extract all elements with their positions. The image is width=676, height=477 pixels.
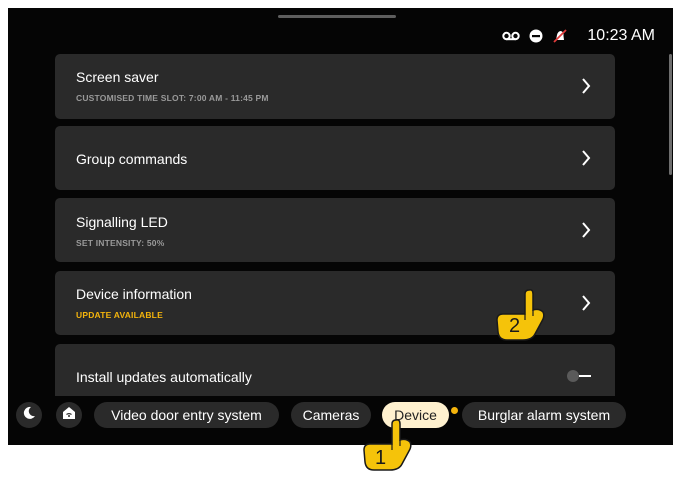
bell-off-icon <box>552 28 568 44</box>
setting-screen-saver[interactable]: Screen saver CUSTOMISED TIME SLOT: 7:00 … <box>55 54 615 119</box>
pointing-hand-icon <box>495 286 555 347</box>
annotation-label-1: 1 <box>375 447 387 469</box>
night-mode-button[interactable] <box>16 402 42 428</box>
clock: 10:23 AM <box>587 27 655 44</box>
setting-subtitle: CUSTOMISED TIME SLOT: 7:00 AM - 11:45 PM <box>76 93 269 103</box>
setting-title: Install updates automatically <box>76 369 252 385</box>
device-screen: 10:23 AM Screen saver CUSTOMISED TIME SL… <box>8 8 673 445</box>
annotation-label-2: 2 <box>509 315 521 337</box>
scrollbar[interactable] <box>669 54 672 175</box>
setting-title: Screen saver <box>76 69 159 85</box>
chevron-right-icon[interactable] <box>581 77 591 100</box>
notification-badge <box>451 407 458 414</box>
home-icon <box>62 406 76 425</box>
auto-update-toggle[interactable] <box>565 369 593 388</box>
moon-icon <box>22 406 36 425</box>
setting-signalling-led[interactable]: Signalling LED SET INTENSITY: 50% <box>55 198 615 262</box>
voicemail-icon <box>502 30 521 42</box>
pointing-hand-icon <box>362 416 422 477</box>
drag-handle[interactable] <box>278 15 396 18</box>
setting-title: Group commands <box>76 151 188 167</box>
setting-subtitle: SET INTENSITY: 50% <box>76 238 165 248</box>
update-available-label: UPDATE AVAILABLE <box>76 310 163 320</box>
home-button[interactable] <box>56 402 82 428</box>
tab-cameras[interactable]: Cameras <box>291 402 371 428</box>
setting-title: Signalling LED <box>76 214 168 230</box>
do-not-disturb-icon <box>529 29 543 43</box>
tab-burglar-alarm-system[interactable]: Burglar alarm system <box>462 402 626 428</box>
chevron-right-icon[interactable] <box>581 221 591 244</box>
setting-title: Device information <box>76 286 192 302</box>
chevron-right-icon[interactable] <box>581 294 591 317</box>
status-bar: 10:23 AM <box>502 26 655 46</box>
setting-group-commands[interactable]: Group commands <box>55 126 615 190</box>
tab-video-door-entry-system[interactable]: Video door entry system <box>94 402 279 428</box>
chevron-right-icon[interactable] <box>581 149 591 172</box>
